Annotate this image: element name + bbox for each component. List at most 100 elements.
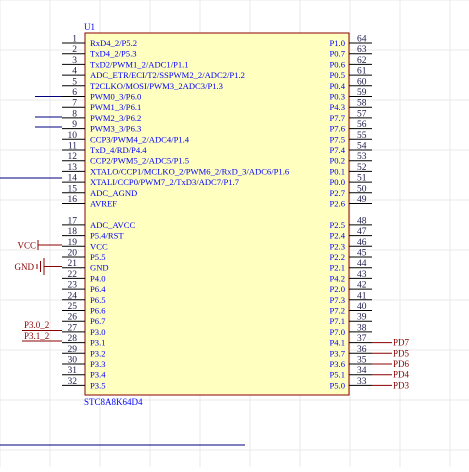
pin-name: P7.7 xyxy=(329,113,345,123)
pin-number: 9 xyxy=(72,120,77,130)
pin-name: P2.3 xyxy=(329,241,345,251)
net-label: PD6 xyxy=(393,359,410,369)
pin-number: 47 xyxy=(357,227,367,237)
pin-name: P2.4 xyxy=(329,231,345,241)
pin-name: RxD4_2/P5.2 xyxy=(90,38,137,48)
pin-number: 31 xyxy=(68,366,78,376)
pin-number: 33 xyxy=(357,377,367,387)
pin-number: 4 xyxy=(72,67,77,77)
pin-number: 32 xyxy=(68,377,78,387)
pin-name: P3.1 xyxy=(90,338,106,348)
pin-name: P0.1 xyxy=(329,166,345,176)
pin-name: P2.7 xyxy=(329,188,345,198)
schematic-canvas[interactable]: SM U1 STC8A8K64D4 1RxD4_2/P5.22TxD4_2/P5… xyxy=(0,0,469,467)
pin-name: P3.5 xyxy=(90,380,106,390)
pin-name: T2CLKO/MOSI/PWM3_2ADC3/P1.3 xyxy=(90,81,223,91)
pin-name: P7.0 xyxy=(329,327,345,337)
pin-name: CCP3/PWM4_2/ADC4/P1.4 xyxy=(90,134,190,144)
pin-number: 62 xyxy=(357,56,367,66)
pin-name: P7.3 xyxy=(329,295,345,305)
pin-name: P5.0 xyxy=(329,380,345,390)
right-net[interactable]: PD6 xyxy=(372,359,410,369)
pin-number: 60 xyxy=(357,77,367,87)
pin-number: 44 xyxy=(357,259,367,269)
right-net[interactable]: PD7 xyxy=(372,338,410,348)
vcc-net-port[interactable]: VCC xyxy=(17,240,62,251)
pin-name: TxD2/PWM1_2/ADC1/P1.1 xyxy=(90,59,189,69)
pin-name: AVREF xyxy=(90,199,117,209)
pin-number: 5 xyxy=(72,77,77,87)
vcc-net-label: VCC xyxy=(17,241,36,251)
pin-number: 41 xyxy=(357,291,367,301)
pin-name: P0.5 xyxy=(329,70,345,80)
pin-name: P4.3 xyxy=(329,102,345,112)
pin-number: 40 xyxy=(357,302,367,312)
net-label: PD7 xyxy=(393,338,410,348)
component-part-name: STC8A8K64D4 xyxy=(84,397,143,407)
pin-number: 38 xyxy=(357,323,367,333)
pin-name: P4.1 xyxy=(329,338,345,348)
pin-name: PWM1_3/P6.1 xyxy=(90,102,141,112)
pin-number: 19 xyxy=(68,238,78,248)
pin-name: P2.1 xyxy=(329,263,345,273)
pin-name: P2.5 xyxy=(329,220,345,230)
pin-name: P6.5 xyxy=(90,295,106,305)
pin-number: 13 xyxy=(68,163,78,173)
schematic-sheet[interactable]: SM U1 STC8A8K64D4 1RxD4_2/P5.22TxD4_2/P5… xyxy=(0,0,469,467)
pin-name: XTALO/CCP1/MCLKO_2/PWM6_2/RxD_3/ADC6/P1.… xyxy=(90,166,290,176)
pin-name: GND xyxy=(90,263,109,273)
pin-name: ADC_AGND xyxy=(90,188,137,198)
pin-name: PWM3_3/P6.3 xyxy=(90,124,141,134)
pin-name: P0.2 xyxy=(329,156,345,166)
net-p30[interactable]: P3.0_2 xyxy=(22,320,62,331)
pin-number: 20 xyxy=(68,249,78,259)
pin-number: 46 xyxy=(357,238,367,248)
pin-number: 55 xyxy=(357,131,367,141)
net-p31[interactable]: P3.1_2 xyxy=(22,331,62,342)
pin-number: 56 xyxy=(357,120,367,130)
right-net[interactable]: PD3 xyxy=(372,380,410,390)
pin-name: PWM0_3/P6.0 xyxy=(90,92,141,102)
pin-number: 26 xyxy=(68,313,78,323)
net-label: PD5 xyxy=(393,348,410,358)
pin-name: P7.1 xyxy=(329,316,345,326)
pin-number: 2 xyxy=(72,45,77,55)
pin-name: P6.4 xyxy=(90,284,106,294)
pin-number: 63 xyxy=(357,45,367,55)
pin-name: P5.4/RST xyxy=(90,231,124,241)
pin-number: 30 xyxy=(68,356,78,366)
pin-name: P7.6 xyxy=(329,124,345,134)
pin-name: P6.6 xyxy=(90,306,106,316)
pin-number: 48 xyxy=(357,216,367,226)
pin-number: 6 xyxy=(72,88,77,98)
pin-number: 11 xyxy=(68,142,77,152)
pin-number: 42 xyxy=(357,281,367,291)
pin-name: P2.6 xyxy=(329,199,345,209)
pin-number: 54 xyxy=(357,142,367,152)
pin-number: 37 xyxy=(357,334,367,344)
pin-name: P7.2 xyxy=(329,306,345,316)
pin-name: P5.5 xyxy=(90,252,106,262)
pin-name: ADC_ETR/ECI/T2/SSPWM2_2/ADC2/P1.2 xyxy=(90,70,245,80)
pin-name: P3.4 xyxy=(90,370,106,380)
pin-number: 17 xyxy=(68,216,78,226)
pin-name: P3.2 xyxy=(90,348,106,358)
pin-number: 8 xyxy=(72,109,77,119)
pin-name: P6.7 xyxy=(90,316,106,326)
right-net[interactable]: PD4 xyxy=(372,370,410,380)
pin-name: TxD_4/RD/P4.4 xyxy=(90,145,147,155)
pin-number: 12 xyxy=(68,152,78,162)
pin-name: P3.3 xyxy=(90,359,106,369)
pin-number: 53 xyxy=(357,152,367,162)
pin-number: 29 xyxy=(68,345,78,355)
net-label: PD4 xyxy=(393,370,410,380)
gnd-net-port[interactable]: GND xyxy=(15,258,63,275)
pin-number: 39 xyxy=(357,313,367,323)
pin-name: P2.2 xyxy=(329,252,345,262)
pin-number: 25 xyxy=(68,302,78,312)
pin-number: 52 xyxy=(357,163,367,173)
pin-name: P0.6 xyxy=(329,59,345,69)
net-p31-label: P3.1_2 xyxy=(24,331,49,341)
pin-name: XTALI/CCP0/PWM7_2/TxD3/ADC7/P1.7 xyxy=(90,177,240,187)
pin-number: 49 xyxy=(357,195,367,205)
